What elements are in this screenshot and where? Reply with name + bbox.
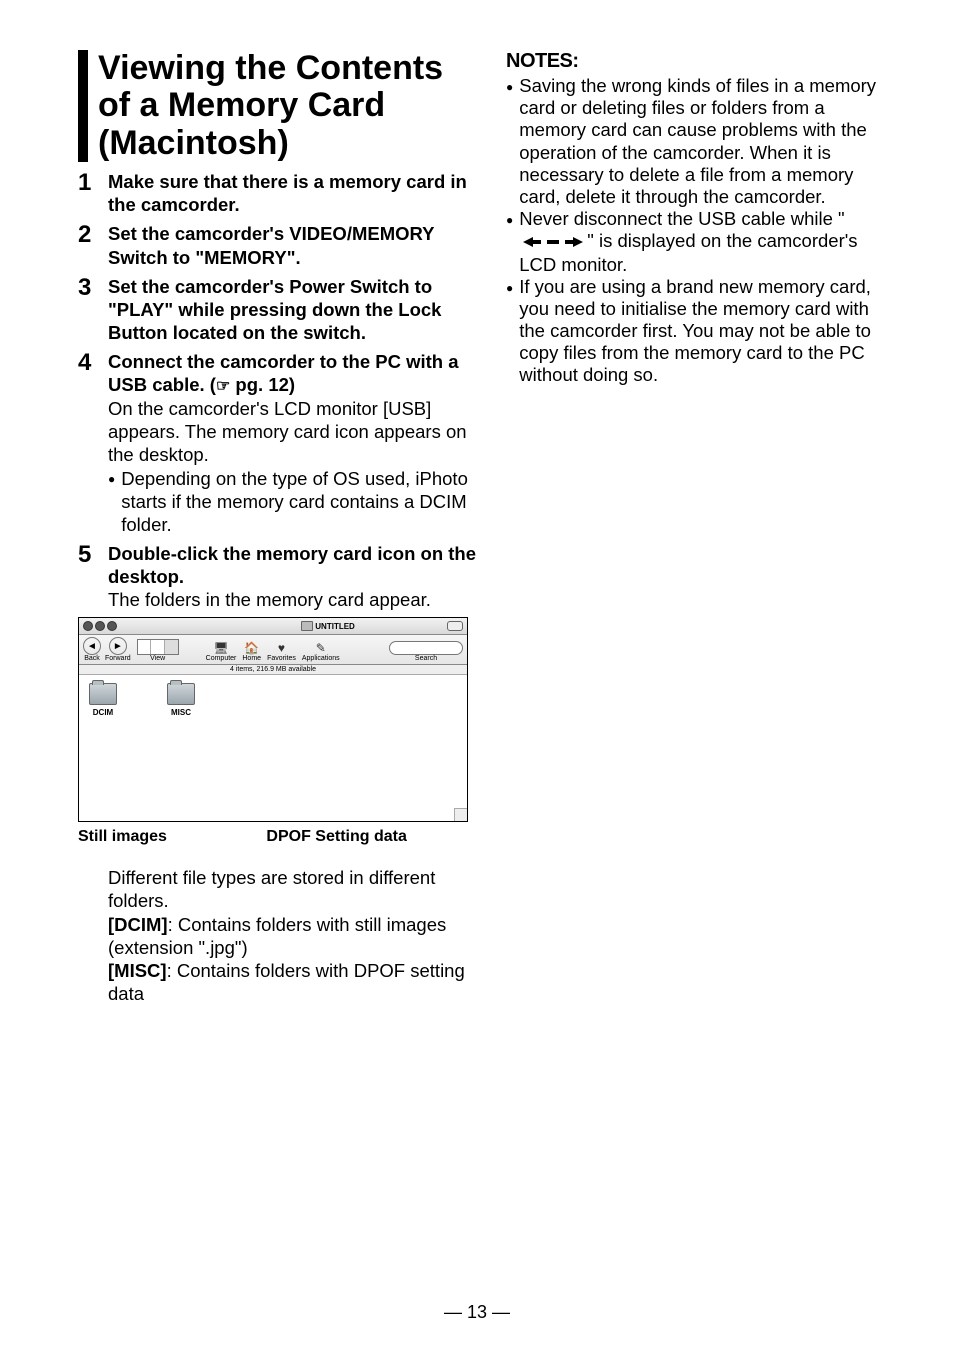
post-image-intro: Different file types are stored in diffe…: [108, 867, 435, 911]
notes-list: Saving the wrong kinds of files in a mem…: [506, 75, 894, 387]
bullet-text: Depending on the type of OS used, iPhoto…: [121, 467, 478, 536]
finder-window: UNTITLED ◄ Back ► Forward: [78, 617, 468, 822]
step-bullet: Depending on the type of OS used, iPhoto…: [108, 467, 478, 536]
forward-icon[interactable]: ►: [109, 637, 127, 655]
misc-label: [MISC]: [108, 960, 167, 981]
window-close-icon[interactable]: [83, 621, 93, 631]
computer-icon[interactable]: 🖥: [214, 641, 228, 655]
folder-icon: [167, 683, 195, 705]
step-description: On the camcorder's LCD monitor [USB] app…: [108, 398, 467, 465]
finder-title: UNTITLED: [315, 622, 355, 631]
step-4: 4 Connect the camcorder to the PC with a…: [78, 350, 478, 536]
step-title: Set the camcorder's Power Switch to "PLA…: [108, 276, 441, 343]
toolbar-label: Favorites: [267, 655, 296, 662]
toolbar-toggle-icon[interactable]: [447, 621, 463, 631]
step-title-post: pg. 12): [230, 374, 295, 395]
finder-status: 4 items, 216.9 MB available: [79, 665, 467, 675]
home-icon[interactable]: 🏠: [245, 641, 259, 655]
step-number: 5: [78, 542, 108, 611]
step-title: Set the camcorder's VIDEO/MEMORY Switch …: [108, 223, 434, 267]
window-zoom-icon[interactable]: [107, 621, 117, 631]
page-title: Viewing the Contents of a Memory Card (M…: [78, 50, 478, 162]
step-5: 5 Double-click the memory card icon on t…: [78, 542, 478, 611]
toolbar-label: Applications: [302, 655, 340, 662]
folder-item-misc[interactable]: MISC: [167, 683, 195, 717]
step-number: 2: [78, 222, 108, 268]
folder-label: MISC: [171, 708, 191, 717]
hand-point-icon: ☞: [216, 377, 230, 397]
toolbar-label: Forward: [105, 655, 131, 662]
finder-toolbar: ◄ Back ► Forward View: [79, 635, 467, 665]
step-number: 3: [78, 275, 108, 344]
finder-content: DCIM MISC: [79, 675, 467, 821]
toolbar-label: View: [150, 655, 165, 662]
page-number: — 13 —: [0, 1302, 954, 1323]
step-2: 2 Set the camcorder's VIDEO/MEMORY Switc…: [78, 222, 478, 268]
folder-icon: [89, 683, 117, 705]
step-number: 1: [78, 170, 108, 216]
note-item: Never disconnect the USB cable while " "…: [506, 208, 894, 276]
note-item: If you are using a brand new memory card…: [506, 276, 894, 387]
resize-handle-icon[interactable]: [454, 808, 467, 821]
step-3: 3 Set the camcorder's Power Switch to "P…: [78, 275, 478, 344]
toolbar-label: Home: [242, 655, 261, 662]
toolbar-label: Back: [84, 655, 100, 662]
search-input[interactable]: [389, 641, 463, 655]
arrows-icon: [523, 231, 583, 253]
step-description: The folders in the memory card appear.: [108, 589, 431, 610]
note-text: Never disconnect the USB cable while " "…: [519, 208, 894, 276]
step-title: Double-click the memory card icon on the…: [108, 543, 476, 587]
folder-label: DCIM: [93, 708, 113, 717]
note-text: If you are using a brand new memory card…: [519, 276, 894, 387]
note-item: Saving the wrong kinds of files in a mem…: [506, 75, 894, 208]
folder-icon: [301, 621, 313, 631]
window-minimize-icon[interactable]: [95, 621, 105, 631]
favorites-icon[interactable]: ♥: [274, 641, 288, 655]
note-text: Saving the wrong kinds of files in a mem…: [519, 75, 894, 208]
note-usb-pre: Never disconnect the USB cable while ": [519, 208, 844, 229]
step-title: Connect the camcorder to the PC with a U…: [108, 351, 459, 395]
steps-list: 1 Make sure that there is a memory card …: [78, 170, 478, 611]
notes-heading: NOTES:: [506, 50, 894, 73]
callout-dpof: DPOF Setting data: [236, 828, 468, 846]
toolbar-label: Computer: [206, 655, 237, 662]
applications-icon[interactable]: ✎: [314, 641, 328, 655]
dcim-label: [DCIM]: [108, 914, 168, 935]
callout-still-images: Still images: [78, 828, 236, 846]
back-icon[interactable]: ◄: [83, 637, 101, 655]
finder-titlebar: UNTITLED: [79, 618, 467, 635]
step-number: 4: [78, 350, 108, 536]
toolbar-label: Search: [415, 655, 437, 662]
folder-item-dcim[interactable]: DCIM: [89, 683, 117, 717]
step-title: Make sure that there is a memory card in…: [108, 171, 467, 215]
view-switcher[interactable]: [137, 639, 179, 655]
step-1: 1 Make sure that there is a memory card …: [78, 170, 478, 216]
